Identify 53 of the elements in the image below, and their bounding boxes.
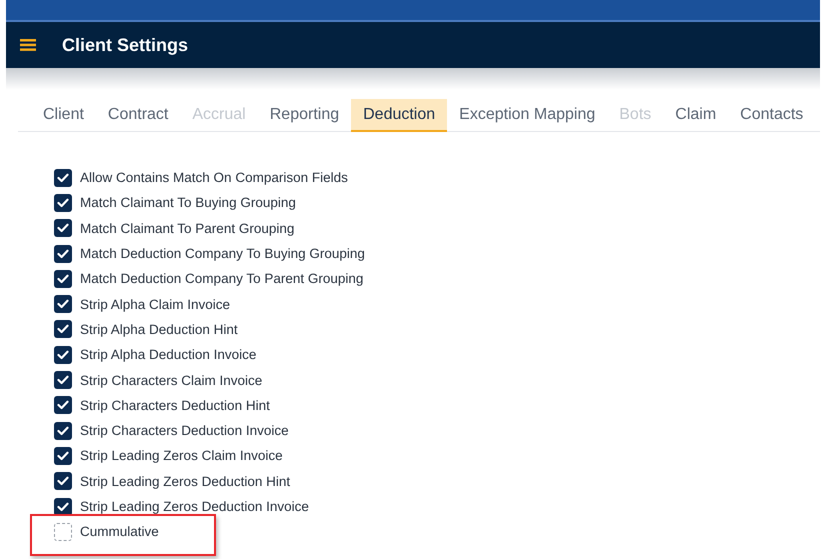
check-icon — [57, 324, 69, 334]
checkbox[interactable] — [54, 498, 72, 516]
checkbox-label: Cummulative — [80, 524, 159, 540]
checkbox[interactable] — [54, 371, 72, 390]
checkbox[interactable] — [54, 168, 72, 187]
checkbox[interactable] — [54, 194, 72, 212]
checkbox[interactable] — [54, 472, 72, 490]
checkbox-label: Strip Leading Zeros Claim Invoice — [80, 448, 283, 464]
checkbox-label: Match Deduction Company To Parent Grouping — [80, 271, 364, 286]
menu-icon[interactable] — [20, 39, 36, 51]
check-icon — [57, 350, 69, 360]
checkbox-label: Strip Alpha Deduction Hint — [80, 322, 238, 337]
check-icon — [57, 502, 69, 512]
checkbox[interactable] — [54, 295, 72, 314]
tab[interactable]: Claim — [663, 99, 728, 132]
check-icon — [57, 223, 69, 234]
tab[interactable]: Contacts — [728, 99, 816, 132]
checkbox[interactable] — [54, 522, 72, 541]
check-icon — [57, 299, 69, 310]
checkbox-label: Strip Characters Deduction Invoice — [80, 423, 289, 438]
checkbox[interactable] — [54, 320, 72, 338]
tab[interactable]: Deduction — [351, 99, 448, 132]
check-icon — [57, 476, 69, 486]
checkbox-label: Strip Leading Zeros Deduction Invoice — [80, 499, 309, 514]
checkbox-label: Match Deduction Company To Buying Grouping — [80, 246, 365, 262]
checkbox[interactable] — [54, 446, 72, 465]
check-icon — [57, 450, 69, 461]
check-icon — [57, 198, 69, 208]
checkbox-label: Strip Alpha Deduction Invoice — [80, 347, 256, 362]
tab[interactable]: Contract — [96, 99, 180, 132]
checkbox-label: Match Claimant To Parent Grouping — [80, 220, 294, 236]
check-icon — [57, 274, 69, 284]
checkbox[interactable] — [54, 396, 72, 414]
checkbox-label: Allow Contains Match On Comparison Fields — [80, 170, 348, 186]
tab[interactable]: Client — [31, 99, 96, 132]
checkbox[interactable] — [54, 219, 72, 238]
checkbox-label: Match Claimant To Buying Grouping — [80, 195, 296, 210]
page-title: Client Settings — [62, 34, 188, 56]
checkbox-label: Strip Leading Zeros Deduction Hint — [80, 474, 290, 489]
checkbox[interactable] — [54, 346, 72, 364]
check-icon — [57, 375, 69, 386]
tab[interactable]: Exception Mapping — [447, 99, 608, 132]
checkbox[interactable] — [54, 244, 72, 263]
check-icon — [57, 248, 69, 259]
check-icon — [57, 172, 69, 183]
tab[interactable]: Reporting — [258, 99, 352, 132]
checkbox-label: Strip Characters Deduction Hint — [80, 398, 270, 413]
checkbox-label: Strip Characters Claim Invoice — [80, 372, 262, 388]
check-icon — [57, 426, 69, 436]
checkbox[interactable] — [54, 270, 72, 288]
check-icon — [57, 400, 69, 410]
checkbox[interactable] — [54, 422, 72, 440]
checkbox-label: Strip Alpha Claim Invoice — [80, 296, 230, 312]
